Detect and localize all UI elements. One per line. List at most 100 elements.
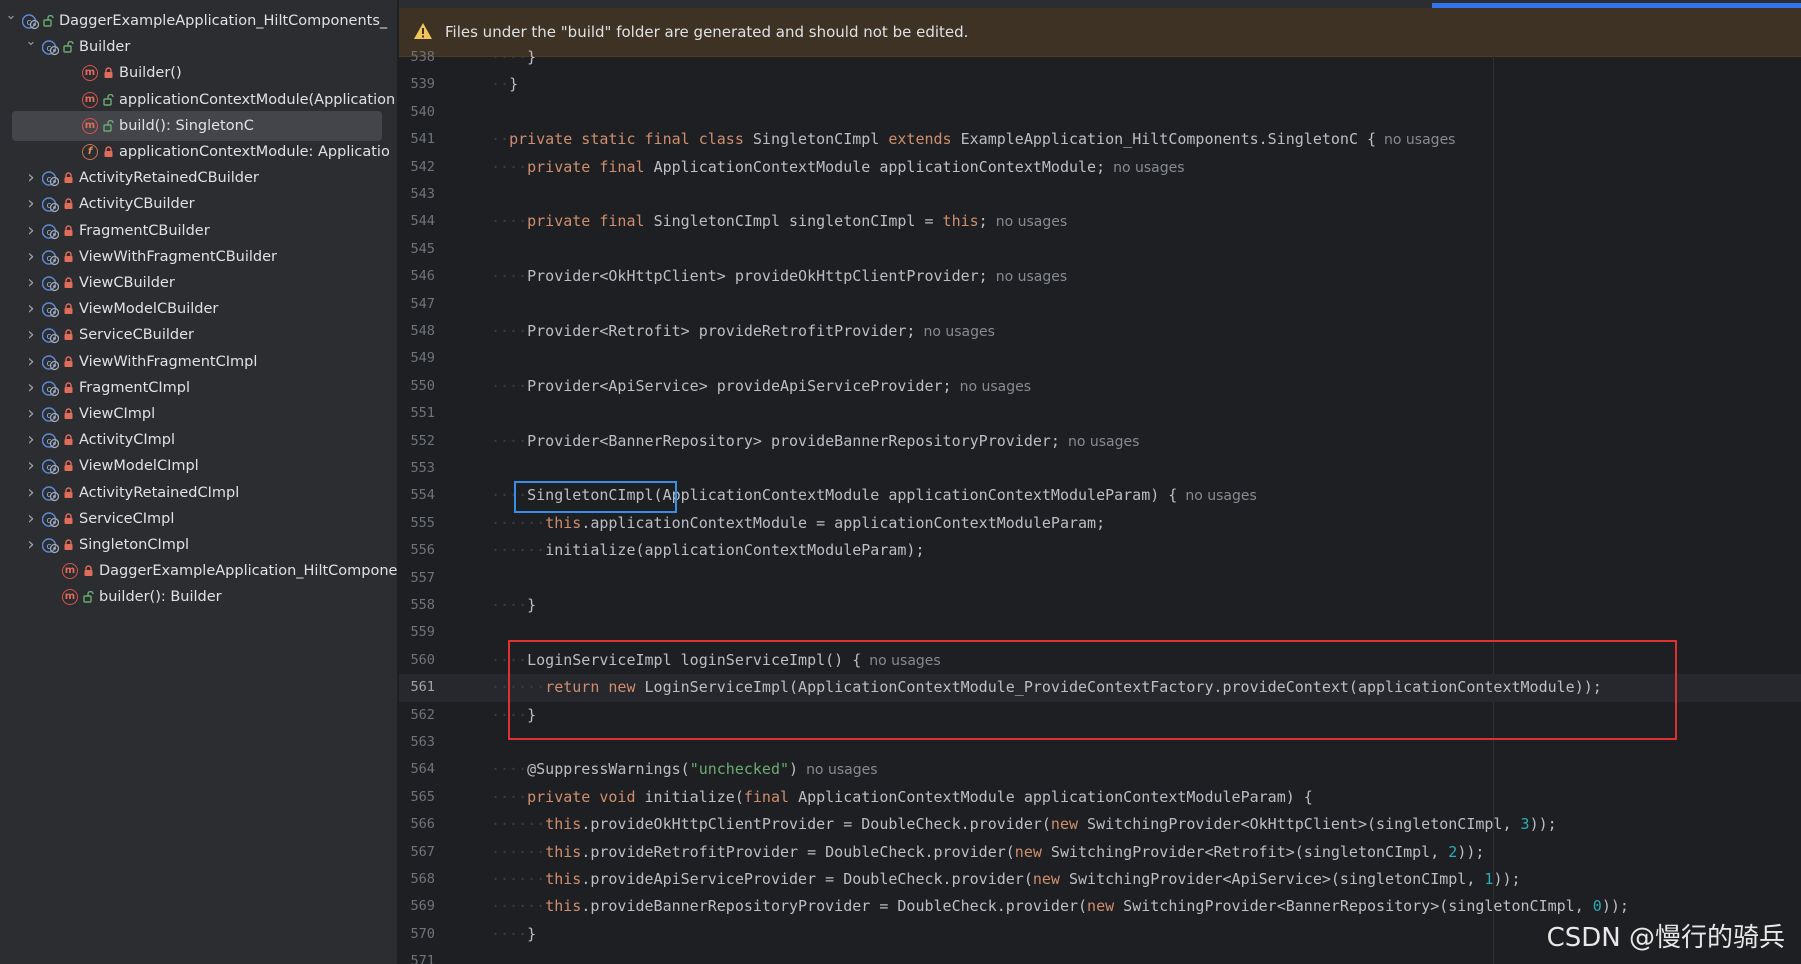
- code-line-text: ··}: [491, 71, 518, 98]
- code-token: ····: [491, 924, 528, 943]
- line-number[interactable]: 547: [399, 291, 435, 318]
- code-line[interactable]: ····private void initialize(final Applic…: [399, 784, 1801, 811]
- lock-icon: [64, 329, 73, 341]
- line-number[interactable]: 564: [399, 756, 435, 783]
- code-line[interactable]: ····}: [399, 592, 1801, 619]
- method-icon: m: [62, 563, 78, 580]
- line-number[interactable]: 567: [399, 839, 435, 866]
- code-line[interactable]: [399, 236, 1801, 263]
- line-number[interactable]: 563: [399, 729, 435, 756]
- code-line[interactable]: ····Provider<OkHttpClient> provideOkHttp…: [399, 263, 1801, 290]
- line-number[interactable]: 550: [399, 373, 435, 400]
- code-line-text: ····Provider<BannerRepository> provideBa…: [491, 428, 1139, 456]
- code-line[interactable]: [399, 565, 1801, 592]
- line-number[interactable]: 554: [399, 482, 435, 509]
- line-number[interactable]: 566: [399, 811, 435, 838]
- chevron-down-icon[interactable]: ⌄: [24, 27, 38, 57]
- class-icon: c: [42, 40, 59, 56]
- code-line-text: ····Provider<OkHttpClient> provideOkHttp…: [491, 263, 1067, 291]
- code-token: .provideApiServiceProvider = DoubleCheck…: [581, 870, 1033, 888]
- watermark: CSDN @慢行的骑兵: [1546, 923, 1785, 953]
- code-token: initialize(applicationContextModuleParam…: [545, 541, 925, 560]
- line-number[interactable]: 565: [399, 784, 435, 811]
- class-icon: c: [42, 302, 59, 318]
- line-number[interactable]: 556: [399, 537, 435, 564]
- line-number[interactable]: 559: [399, 619, 435, 646]
- lock-icon: [64, 303, 73, 315]
- lock-icon: [64, 251, 73, 262]
- code-token: SingletonCImpl singletonCImpl =: [653, 212, 943, 231]
- chevron-down-icon[interactable]: ⌄: [4, 1, 18, 31]
- line-number-gutter[interactable]: 538 539 540 541 542 543 544 545 546 547 548 549 550 5…: [399, 49, 451, 964]
- code-line[interactable]: ······initialize(applicationContextModul…: [399, 537, 1801, 564]
- line-number[interactable]: 557: [399, 565, 435, 592]
- code-line[interactable]: [399, 181, 1801, 208]
- line-number[interactable]: 560: [399, 647, 435, 674]
- line-number[interactable]: 570: [399, 921, 435, 948]
- line-number[interactable]: 549: [399, 345, 435, 372]
- line-number[interactable]: 568: [399, 866, 435, 893]
- code-line[interactable]: ····Provider<Retrofit> provideRetrofitPr…: [399, 318, 1801, 345]
- line-number[interactable]: 538: [399, 44, 435, 71]
- line-number[interactable]: 540: [399, 99, 435, 126]
- code-token: ));: [1493, 870, 1521, 888]
- code-line[interactable]: ··}: [399, 71, 1801, 98]
- code-token: ······: [491, 513, 546, 532]
- line-number[interactable]: 553: [399, 455, 435, 482]
- code-line[interactable]: [399, 400, 1801, 427]
- code-line-text: ····Provider<Retrofit> provideRetrofitPr…: [491, 318, 995, 346]
- line-number[interactable]: 546: [399, 263, 435, 290]
- code-line[interactable]: ······this.provideApiServiceProvider = D…: [399, 866, 1801, 893]
- line-number[interactable]: 552: [399, 428, 435, 455]
- code-line[interactable]: ······this.applicationContextModule = ap…: [399, 510, 1801, 537]
- line-number[interactable]: 544: [399, 208, 435, 235]
- code-line[interactable]: ····Provider<BannerRepository> provideBa…: [399, 428, 1801, 455]
- code-token: 2: [1448, 842, 1458, 861]
- line-number[interactable]: 569: [399, 893, 435, 920]
- code-line[interactable]: ······this.provideOkHttpClientProvider =…: [399, 811, 1801, 838]
- line-number[interactable]: 558: [399, 592, 435, 619]
- line-number[interactable]: 541: [399, 126, 435, 153]
- code-line[interactable]: ····Provider<ApiService> provideApiServi…: [399, 373, 1801, 400]
- line-number[interactable]: 542: [399, 154, 435, 181]
- code-line[interactable]: ····@SuppressWarnings("unchecked") no usa…: [399, 756, 1801, 783]
- line-number[interactable]: 562: [399, 702, 435, 729]
- code-token: this: [942, 212, 979, 231]
- code-line[interactable]: [399, 345, 1801, 372]
- code-line[interactable]: ····private final SingletonCImpl singlet…: [399, 208, 1801, 235]
- code-token: new: [1032, 870, 1069, 888]
- line-number[interactable]: 571: [399, 948, 435, 964]
- code-token: ······: [491, 541, 546, 560]
- code-line[interactable]: ······this.provideRetrofitProvider = Dou…: [399, 839, 1801, 866]
- lock-icon: [64, 198, 73, 210]
- line-number[interactable]: 548: [399, 318, 435, 345]
- code-token: ));: [1601, 897, 1629, 916]
- method-icon: m: [82, 65, 98, 82]
- code-token: Provider<ApiService> provideApiServicePr…: [527, 376, 952, 395]
- code-line-text: ····private void initialize(final Applic…: [491, 784, 1313, 811]
- code-token: ····: [491, 760, 528, 779]
- code-line[interactable]: ··private static final class SingletonCI…: [399, 126, 1801, 153]
- code-line[interactable]: [399, 455, 1801, 482]
- code-token: ExampleApplication_HiltComponents.Single…: [960, 130, 1377, 149]
- code-token: new: [1014, 842, 1051, 861]
- lock-icon: [104, 146, 113, 157]
- code-token: SwitchingProvider<ApiService>(singletonC…: [1068, 870, 1485, 888]
- code-line[interactable]: ····}: [399, 44, 1801, 71]
- line-number[interactable]: 543: [399, 181, 435, 208]
- line-number[interactable]: 555: [399, 510, 435, 537]
- line-number[interactable]: 551: [399, 400, 435, 427]
- code-editor[interactable]: Files under the "build" folder are gener…: [399, 0, 1801, 964]
- code-token: ····: [491, 322, 528, 340]
- tree-item[interactable]: m builder(): Builder: [0, 582, 397, 612]
- code-line[interactable]: [399, 291, 1801, 318]
- code-token: ): [789, 760, 799, 779]
- code-line-text: ··private static final class SingletonCI…: [491, 126, 1455, 154]
- line-number[interactable]: 545: [399, 236, 435, 263]
- line-number[interactable]: 561: [399, 674, 435, 701]
- lock-icon: [64, 460, 73, 472]
- code-line[interactable]: ····private final ApplicationContextModu…: [399, 154, 1801, 181]
- code-line[interactable]: [399, 99, 1801, 126]
- unlock-icon: [63, 41, 74, 53]
- line-number[interactable]: 539: [399, 71, 435, 98]
